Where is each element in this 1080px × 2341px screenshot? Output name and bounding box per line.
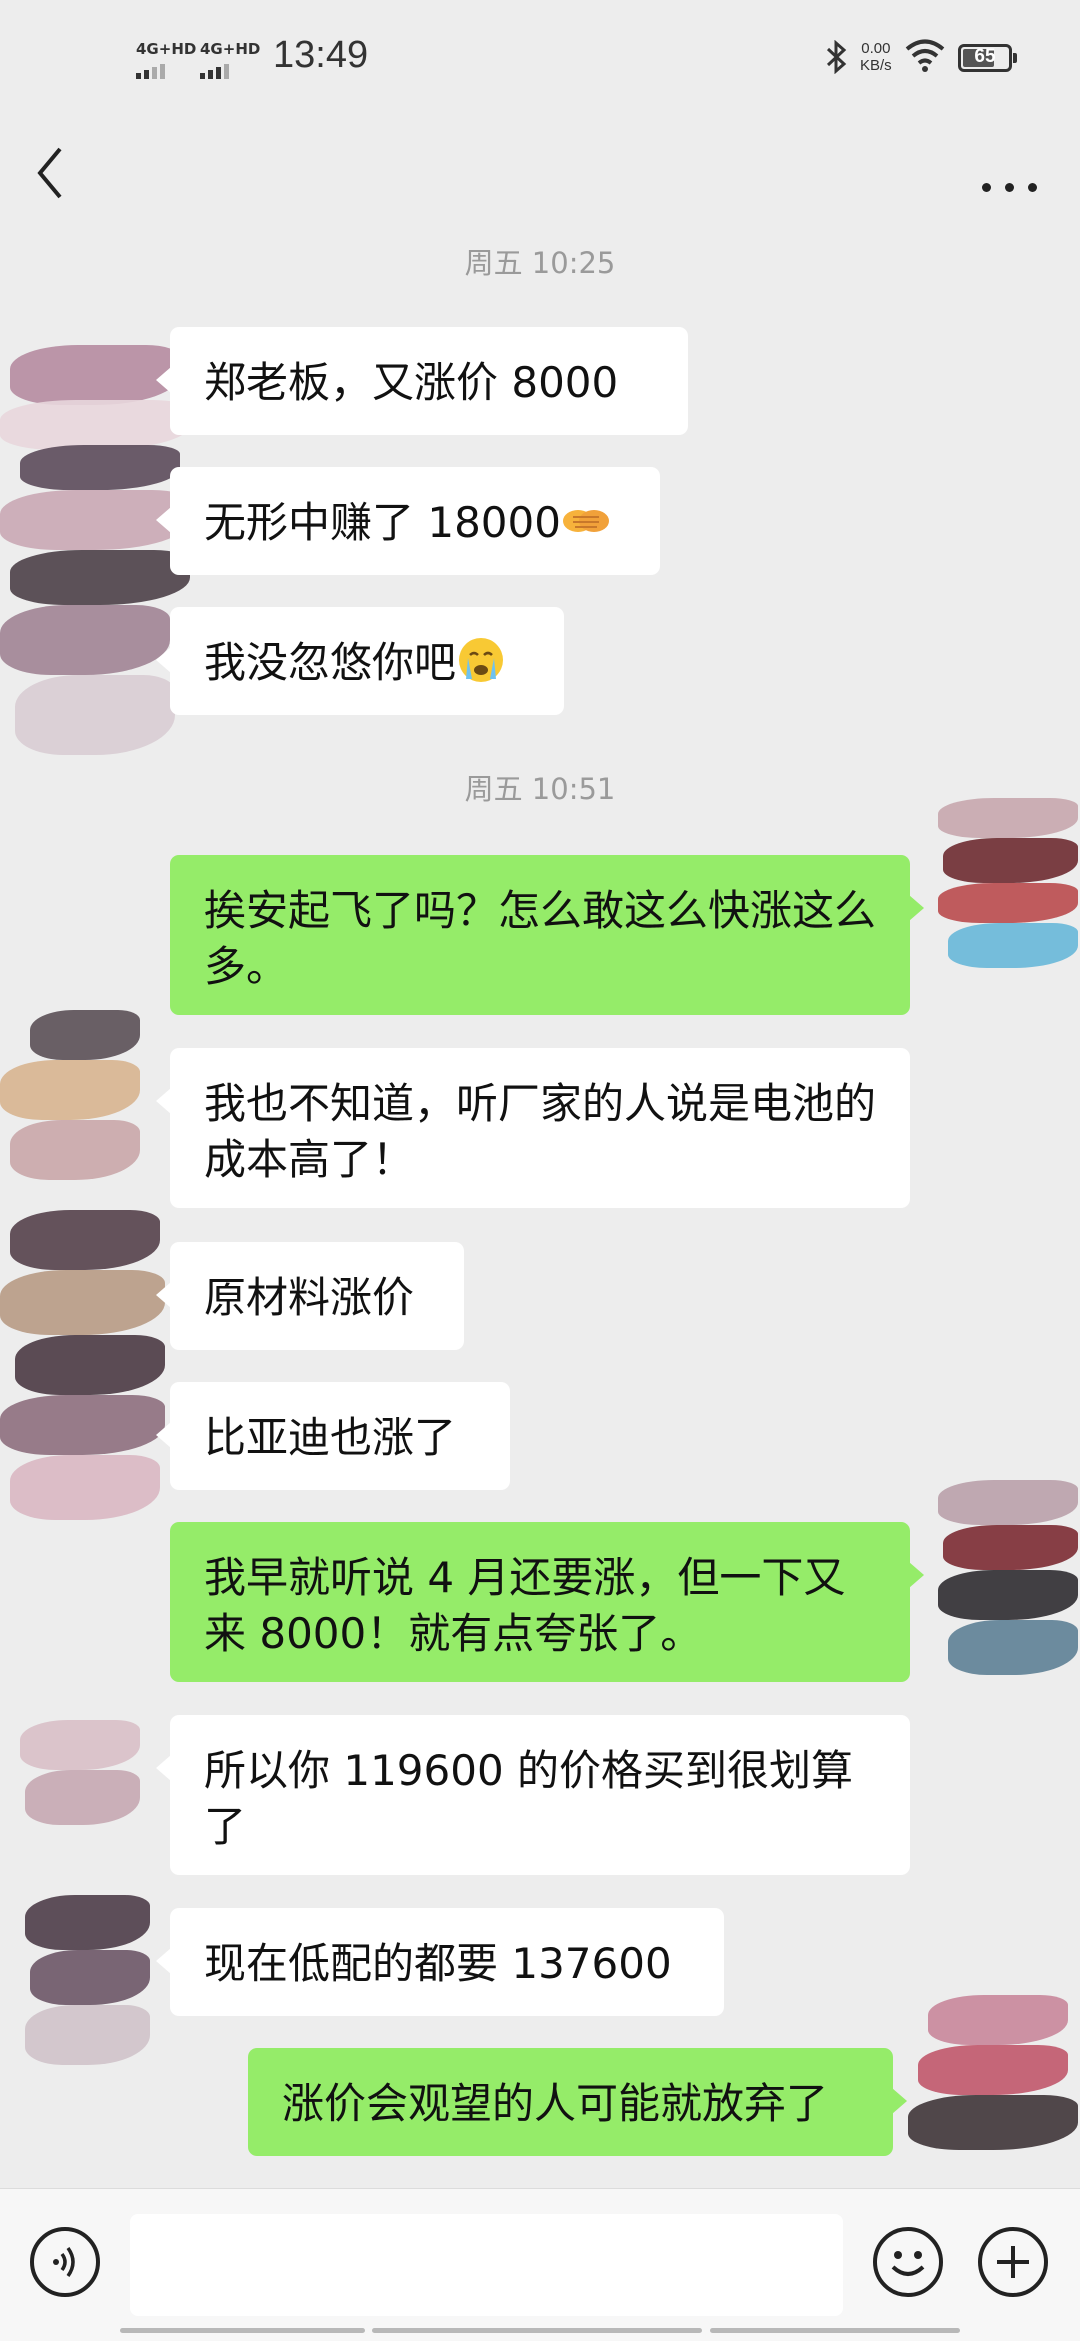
message-bubble-incoming[interactable]: 我没忽悠你吧 [156, 607, 564, 715]
signal-label-2: 4G+HD [200, 40, 261, 58]
signal-indicator-2: 4G+HD [200, 40, 260, 79]
message-bubble-outgoing[interactable]: 我早就听说 4 月还要涨，但一下又来 8000！就有点夸张了。 [170, 1522, 924, 1682]
contact-avatar[interactable] [25, 1885, 155, 2075]
contact-avatar[interactable] [0, 1200, 170, 1530]
input-bar [0, 2188, 1080, 2341]
message-text: 涨价会观望的人可能就放弃了 [282, 2079, 829, 2128]
wifi-icon [905, 39, 945, 72]
more-actions-button[interactable] [978, 2227, 1048, 2297]
message-text: 无形中赚了 18000 [204, 498, 561, 547]
my-avatar[interactable] [938, 788, 1080, 993]
contact-avatar[interactable] [20, 1715, 145, 1830]
chat-header [0, 120, 1080, 225]
message-text: 比亚迪也涨了 [204, 1413, 457, 1462]
net-speed-value: 0.00 [861, 40, 891, 57]
message-bubble-outgoing[interactable]: 涨价会观望的人可能就放弃了 [248, 2048, 907, 2156]
message-input[interactable] [130, 2214, 843, 2316]
my-avatar[interactable] [938, 1470, 1080, 1695]
crying-emoji-icon [456, 635, 506, 685]
plus-icon [997, 2246, 1029, 2278]
message-bubble-incoming[interactable]: 现在低配的都要 137600 [156, 1908, 724, 2016]
message-bubble-incoming[interactable]: 无形中赚了 18000 [156, 467, 660, 575]
status-bar: 4G+HD 4G+HD 13:49 0.00 KB/s 65 [0, 0, 1080, 120]
battery-level: 65 [974, 46, 996, 67]
emoji-button[interactable] [873, 2227, 943, 2297]
message-text: 郑老板，又涨价 8000 [204, 358, 619, 407]
signal-indicator-1: 4G+HD [136, 40, 196, 79]
message-bubble-incoming[interactable]: 原材料涨价 [156, 1242, 464, 1350]
contact-avatar[interactable] [0, 1000, 150, 1200]
net-speed: 0.00 KB/s [860, 40, 892, 74]
net-speed-unit: KB/s [860, 57, 892, 74]
battery-icon: 65 [958, 44, 1017, 72]
message-bubble-incoming[interactable]: 比亚迪也涨了 [156, 1382, 510, 1490]
message-bubble-incoming[interactable]: 郑老板，又涨价 8000 [156, 327, 688, 435]
nav-bar-segment [372, 2328, 702, 2333]
bluetooth-icon [826, 40, 847, 74]
timestamp: 周五 10:51 [464, 772, 616, 806]
voice-button[interactable] [30, 2227, 100, 2297]
message-bubble-outgoing[interactable]: 挨安起飞了吗？怎么敢这么快涨这么多。 [170, 855, 924, 1015]
message-text: 我也不知道，听厂家的人说是电池的成本高了！ [204, 1079, 877, 1184]
message-text: 原材料涨价 [204, 1273, 415, 1322]
more-dots-icon [982, 183, 991, 192]
voice-icon [53, 2246, 75, 2278]
chevron-left-icon [37, 147, 62, 199]
handshake-emoji-icon [561, 495, 611, 545]
message-bubble-incoming[interactable]: 我也不知道，听厂家的人说是电池的成本高了！ [156, 1048, 910, 1208]
message-bubble-incoming[interactable]: 所以你 119600 的价格买到很划算了 [156, 1715, 910, 1875]
back-button[interactable] [30, 135, 90, 205]
message-text: 挨安起飞了吗？怎么敢这么快涨这么多。 [204, 886, 877, 991]
signal-bars-icon [200, 61, 260, 79]
message-text: 所以你 119600 的价格买到很划算了 [204, 1746, 854, 1851]
signal-bars-icon [136, 61, 196, 79]
nav-bar-segment [710, 2328, 960, 2333]
message-text: 我没忽悠你吧 [204, 638, 457, 687]
nav-bar-segment [120, 2328, 365, 2333]
message-text: 我早就听说 4 月还要涨，但一下又来 8000！就有点夸张了。 [204, 1553, 846, 1658]
timestamp: 周五 10:25 [464, 246, 616, 280]
status-time: 13:49 [273, 34, 369, 76]
smiley-icon [891, 2251, 925, 2276]
my-avatar[interactable] [908, 1985, 1080, 2185]
more-options-button[interactable] [970, 145, 1050, 205]
signal-label-1: 4G+HD [136, 40, 197, 58]
message-text: 现在低配的都要 137600 [204, 1939, 672, 1988]
